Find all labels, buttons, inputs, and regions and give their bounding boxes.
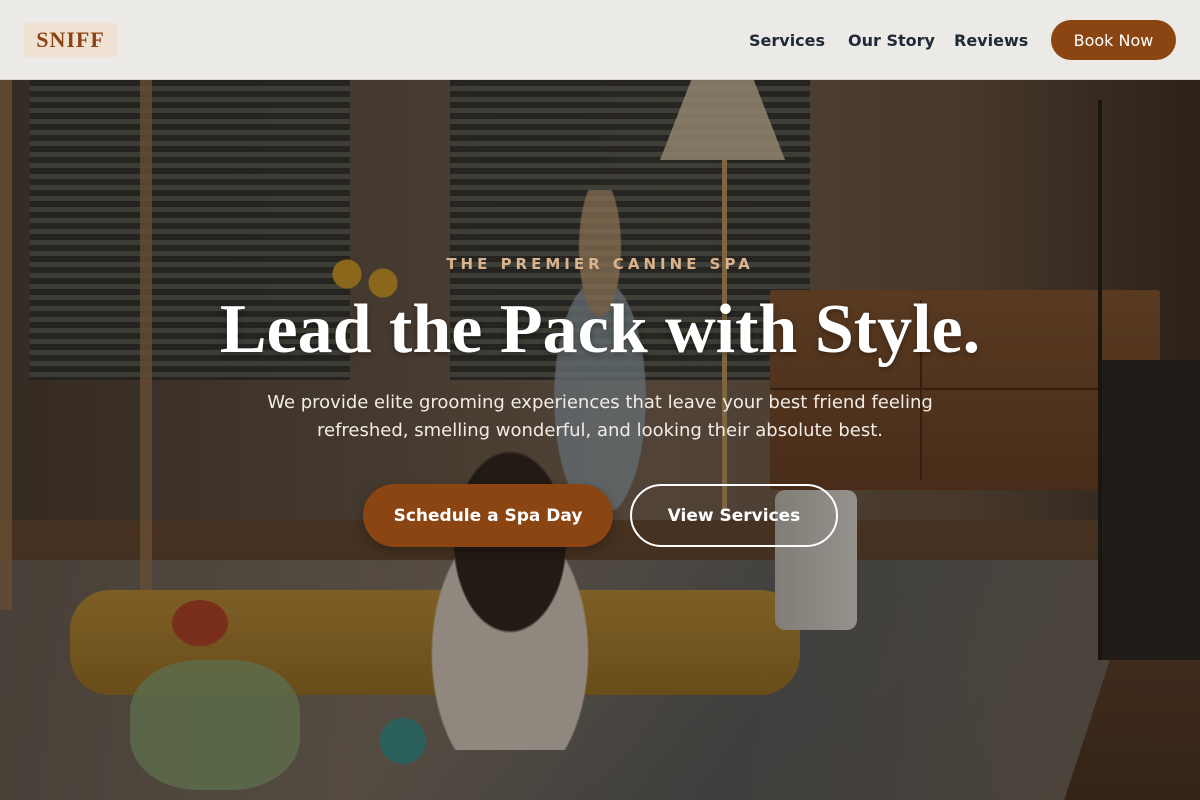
- hero-headline: Lead the Pack with Style.: [219, 291, 981, 368]
- view-services-button[interactable]: View Services: [630, 484, 838, 547]
- schedule-spa-day-button[interactable]: Schedule a Spa Day: [363, 484, 613, 547]
- nav-link-services[interactable]: Services: [749, 0, 825, 80]
- site-logo[interactable]: SNIFF: [24, 23, 117, 57]
- nav-link-our-story[interactable]: Our Story: [848, 0, 935, 80]
- hero-section: THE PREMIER CANINE SPA Lead the Pack wit…: [0, 0, 1200, 800]
- book-now-button[interactable]: Book Now: [1051, 20, 1176, 60]
- hero-eyebrow: THE PREMIER CANINE SPA: [446, 255, 754, 273]
- nav-link-reviews[interactable]: Reviews: [954, 0, 1028, 80]
- hero-subtext: We provide elite grooming experiences th…: [267, 392, 933, 441]
- site-header: SNIFF Services Our Story Reviews Book No…: [0, 0, 1200, 80]
